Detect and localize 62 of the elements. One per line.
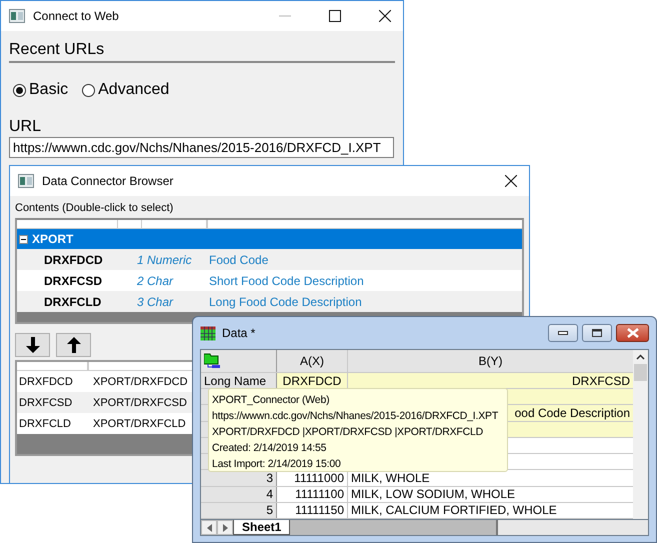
scroll-left-button[interactable]	[201, 520, 217, 535]
left-arrow-icon	[206, 524, 212, 532]
row-header: Long Name	[201, 372, 277, 388]
list-cell: XPORT/DRXFCSD	[93, 396, 187, 408]
down-arrow-icon	[26, 337, 40, 353]
radio-option[interactable]: Basic	[13, 81, 68, 99]
window-title: Data *	[222, 326, 256, 340]
close-icon[interactable]	[505, 175, 517, 187]
scroll-thumb[interactable]	[634, 364, 647, 381]
tree-item[interactable]: DRXFCLD 3 Char Long Food Code Description	[17, 291, 522, 312]
list-cell: XPORT/DRXFCLD	[93, 418, 186, 430]
move-down-button[interactable]	[15, 333, 50, 357]
connector-icon	[204, 352, 222, 369]
tooltip-line: Created: 2/14/2019 14:55	[212, 441, 326, 456]
right-arrow-icon	[222, 524, 228, 532]
sheet-tab[interactable]: Sheet1	[233, 520, 290, 535]
vertical-scrollbar[interactable]	[633, 350, 648, 519]
table-cell-text: MILK, WHOLE	[350, 470, 431, 486]
restore-icon	[592, 329, 602, 337]
scroll-right-button[interactable]	[217, 520, 233, 535]
minimize-button[interactable]	[548, 324, 578, 342]
close-icon	[626, 328, 638, 338]
section-heading: Recent URLs	[9, 41, 106, 59]
radio-option[interactable]: Advanced	[82, 81, 170, 99]
tooltip-line: Last Import: 2/14/2019 15:00	[212, 457, 341, 472]
move-up-button[interactable]	[56, 333, 91, 357]
maximize-icon[interactable]	[329, 10, 341, 22]
close-icon[interactable]	[379, 10, 391, 22]
field-label: URL	[9, 118, 42, 136]
row-header: 4	[201, 486, 277, 502]
window-title: Connect to Web	[33, 9, 119, 23]
horizontal-scrollbar[interactable]	[496, 520, 648, 535]
list-cell-text: DRXFDCD	[19, 376, 74, 388]
url-field[interactable]: https://wwwn.cdc.gov/Nchs/Nhanes/2015-2016/DRXFCD_I.XPT	[9, 137, 394, 158]
tooltip-line: XPORT/DRXFDCD |XPORT/DRXFCSD |XPORT/DRXFCLD	[212, 425, 484, 440]
list-cell: XPORT/DRXFDCD	[93, 376, 188, 388]
window-title: Data Connector Browser	[42, 174, 174, 188]
list-cell-text: DRXFCLD	[19, 418, 72, 430]
tooltip-line: XPORT_Connector (Web)	[212, 393, 330, 408]
minimize-icon	[558, 331, 568, 335]
scroll-up-icon[interactable]	[636, 354, 645, 360]
table-cell: 11111150	[277, 502, 348, 518]
window-icon	[18, 174, 34, 188]
list-cell-text: DRXFCSD	[19, 396, 74, 408]
up-arrow-icon	[66, 337, 80, 353]
tree-item[interactable]: DRXFDCD 1 Numeric Food Code	[17, 249, 522, 270]
window-icon	[9, 9, 25, 23]
collapse-icon[interactable]	[19, 234, 28, 244]
table-cell-text: MILK, CALCIUM FORTIFIED, WHOLE	[350, 502, 558, 518]
worksheet-icon	[200, 326, 216, 340]
column-header[interactable]: A(X)	[277, 350, 348, 372]
table-cell: DRXFDCD	[277, 372, 348, 388]
table-cell: DRXFCSD	[348, 372, 633, 388]
row-header: 5	[201, 502, 277, 518]
close-button[interactable]	[616, 324, 649, 342]
column-header[interactable]: B(Y)	[348, 350, 633, 372]
contents-label: Contents (Double-click to select)	[15, 202, 174, 214]
tree-item[interactable]: XPORT	[17, 229, 522, 249]
table-cell: 11111100	[277, 486, 348, 502]
restore-button[interactable]	[582, 324, 612, 342]
table-cell-text: MILK, LOW SODIUM, WHOLE	[350, 486, 516, 502]
tree-item[interactable]: DRXFCSD 2 Char Short Food Code Description	[17, 270, 522, 291]
